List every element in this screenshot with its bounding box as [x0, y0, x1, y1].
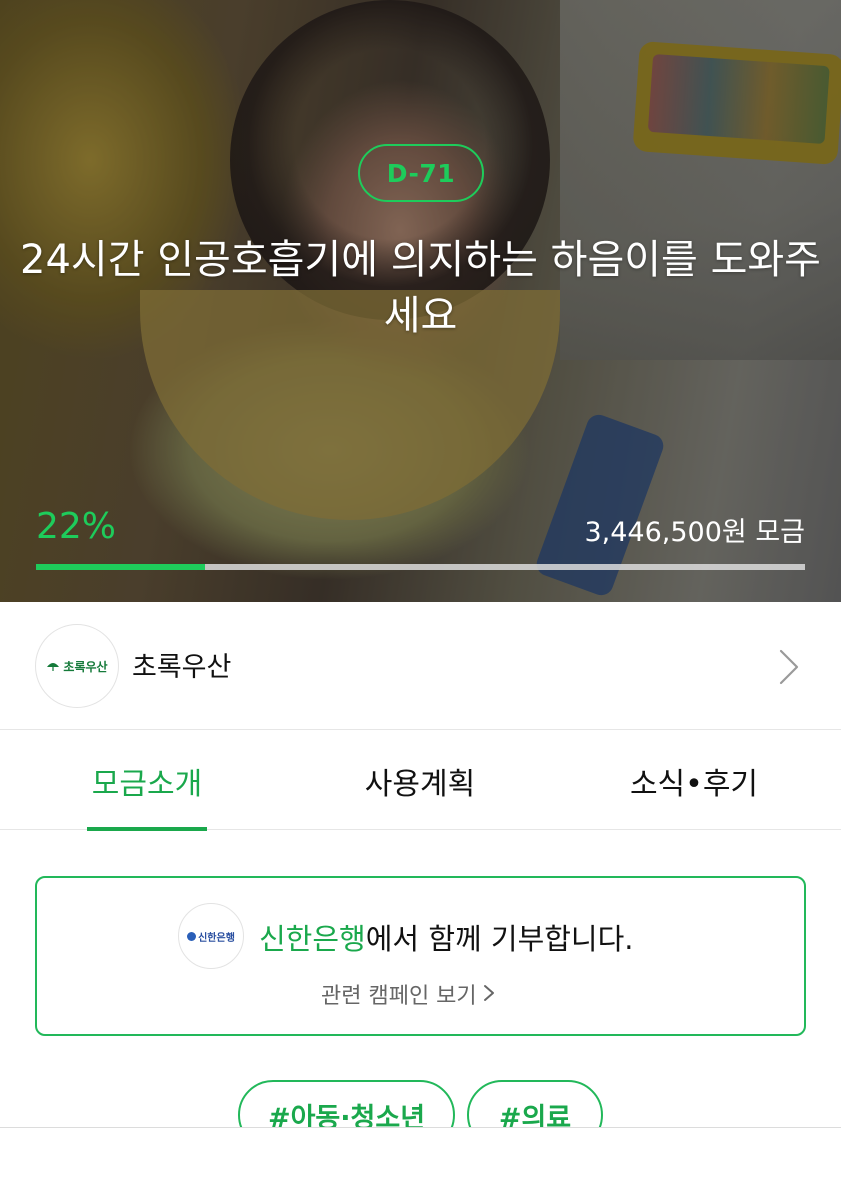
tab-usage-plan[interactable]: 사용계획: [358, 731, 482, 830]
related-campaigns-link[interactable]: 관련 캠페인 보기: [321, 978, 495, 1010]
organization-logo: 초록우산: [35, 624, 119, 708]
campaign-hero: D-71 24시간 인공호흡기에 의지하는 하음이를 도와주세요 22% 3,4…: [0, 0, 841, 602]
partner-message-suffix: 에서 함께 기부합니다.: [365, 922, 634, 956]
partner-donation-card: 신한은행 신한은행에서 함께 기부합니다. 관련 캠페인 보기: [35, 876, 806, 1036]
tab-intro[interactable]: 모금소개: [87, 731, 207, 831]
dday-badge: D-71: [358, 144, 484, 202]
related-campaigns-label: 관련 캠페인 보기: [321, 984, 477, 1009]
organization-row[interactable]: 초록우산 초록우산: [0, 602, 841, 730]
bank-logo-icon: [187, 931, 197, 941]
raised-amount: 3,446,500원 모금: [584, 517, 805, 548]
bank-logo-text: 신한은행: [198, 932, 235, 944]
organization-name: 초록우산: [132, 652, 232, 683]
partner-message: 신한은행에서 함께 기부합니다.: [259, 916, 634, 958]
organization-logo-text: 초록우산: [63, 659, 108, 674]
progress-bar: [36, 564, 805, 570]
bank-logo: 신한은행: [178, 903, 244, 969]
umbrella-icon: [47, 663, 60, 671]
chevron-right-icon[interactable]: [778, 648, 800, 686]
bottom-bar: [0, 1127, 841, 1199]
partner-bank-name: 신한은행: [259, 922, 366, 956]
progress-percent: 22%: [36, 506, 117, 547]
tab-news-reviews[interactable]: 소식•후기: [624, 731, 764, 830]
content-tabs: 모금소개 사용계획 소식•후기: [0, 731, 841, 831]
campaign-title: 24시간 인공호흡기에 의지하는 하음이를 도와주세요: [20, 237, 821, 339]
progress-bar-fill: [36, 564, 206, 570]
chevron-right-small-icon: [483, 985, 494, 1001]
